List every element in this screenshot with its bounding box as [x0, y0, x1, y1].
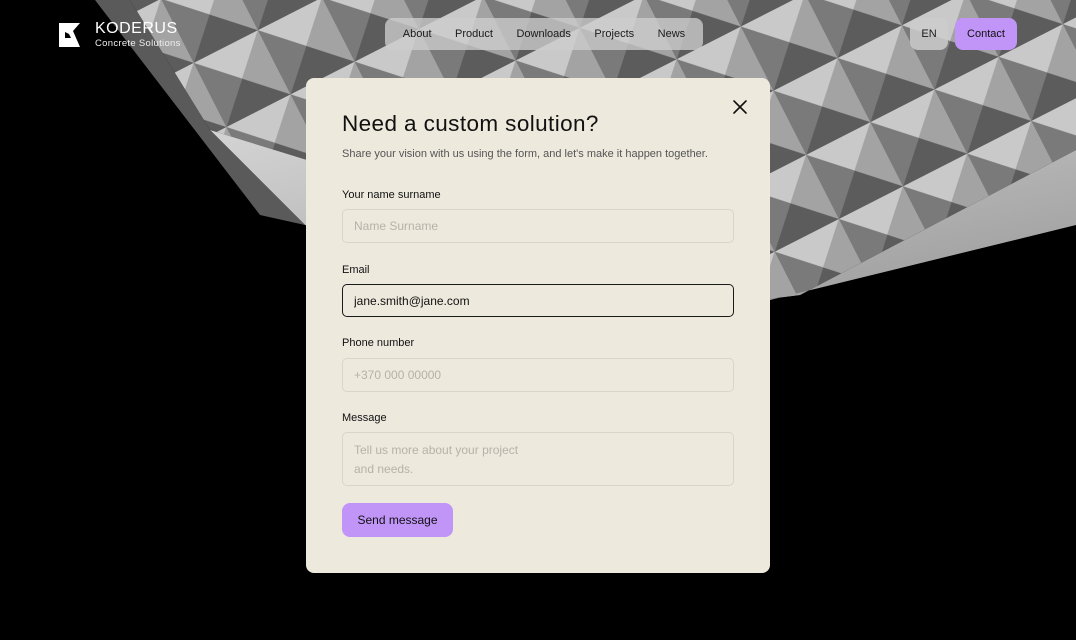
message-textarea[interactable]: [342, 432, 734, 486]
nav-item-projects[interactable]: Projects: [594, 28, 634, 40]
nav-item-about[interactable]: About: [403, 28, 432, 40]
email-label: Email: [342, 264, 370, 276]
modal-subtitle: Share your vision with us using the form…: [342, 148, 708, 160]
name-input[interactable]: [342, 209, 734, 243]
brand-logo[interactable]: KODERUS Concrete Solutions: [59, 21, 181, 49]
send-message-button[interactable]: Send message: [342, 503, 453, 537]
nav-item-news[interactable]: News: [658, 28, 686, 40]
koderus-logo-icon: [59, 22, 80, 47]
contact-button[interactable]: Contact: [955, 18, 1017, 50]
nav-item-product[interactable]: Product: [455, 28, 493, 40]
name-label: Your name surname: [342, 189, 441, 201]
message-label: Message: [342, 412, 387, 424]
phone-label: Phone number: [342, 337, 415, 349]
contact-modal: Need a custom solution? Share your visio…: [306, 78, 770, 573]
language-switcher[interactable]: EN: [910, 18, 948, 50]
email-input[interactable]: [342, 284, 734, 317]
main-nav: About Product Downloads Projects News: [385, 18, 703, 50]
brand-name: KODERUS: [95, 20, 178, 37]
close-icon[interactable]: [731, 98, 749, 116]
modal-title: Need a custom solution?: [342, 111, 599, 136]
nav-item-downloads[interactable]: Downloads: [516, 28, 570, 40]
phone-input[interactable]: [342, 358, 734, 392]
brand-tagline: Concrete Solutions: [95, 38, 181, 49]
top-navigation-bar: KODERUS Concrete Solutions About Product…: [0, 0, 1076, 70]
